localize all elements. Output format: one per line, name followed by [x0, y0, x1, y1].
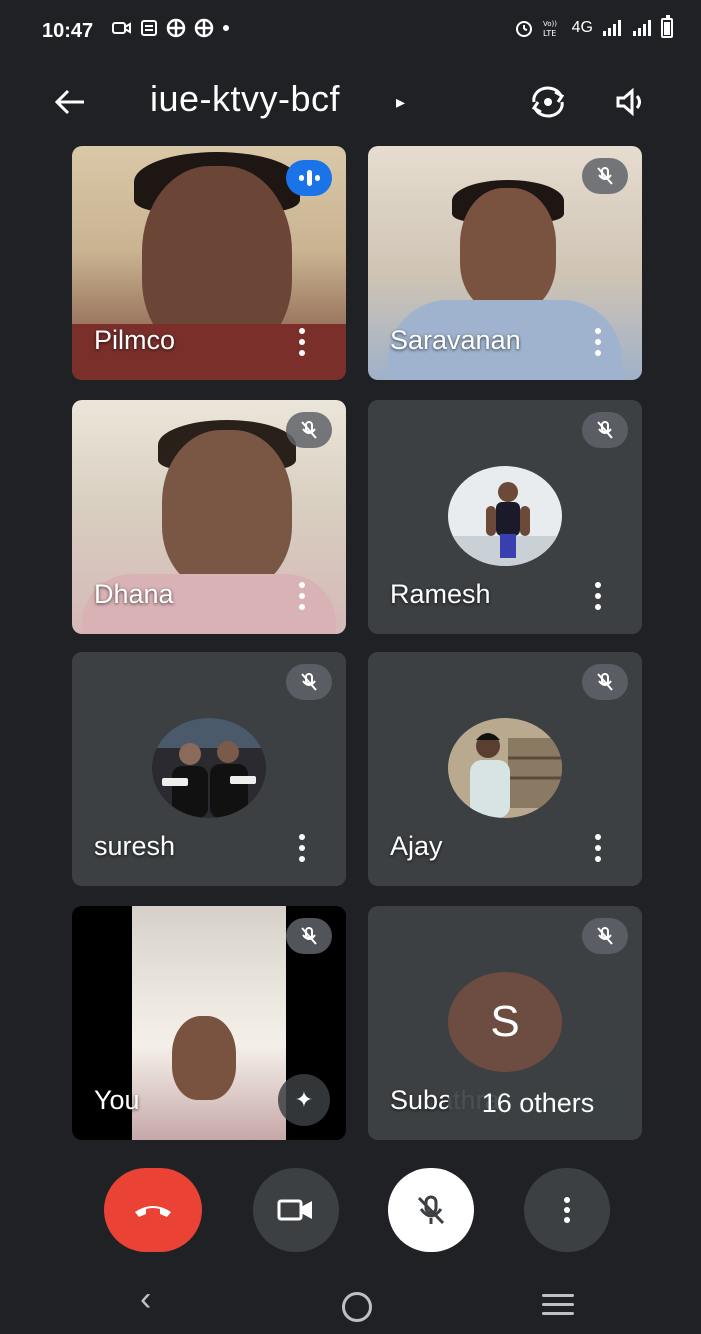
avatar [152, 718, 266, 818]
mic-off-icon [582, 664, 628, 700]
nav-back-icon[interactable]: ‹ [140, 1280, 151, 1319]
switch-camera-icon [531, 86, 565, 118]
video-feed-face [172, 1016, 236, 1100]
more-options-icon[interactable] [588, 580, 608, 612]
svg-text:LTE: LTE [543, 29, 556, 38]
nav-home-icon[interactable] [342, 1292, 372, 1322]
self-view-tile[interactable]: You ✦ [72, 906, 346, 1140]
participant-tile-ramesh[interactable]: Ramesh [368, 400, 642, 634]
letter-avatar: S [448, 972, 562, 1072]
mic-off-icon [582, 918, 628, 954]
participant-tile-dhana[interactable]: Dhana [72, 400, 346, 634]
mic-toggle-button[interactable] [388, 1168, 474, 1252]
more-options-icon[interactable] [588, 832, 608, 864]
mic-off-icon [286, 412, 332, 448]
volte-icon: Vo))LTE [543, 20, 557, 38]
meeting-details-caret-icon[interactable]: ▸ [396, 92, 405, 113]
avatar [448, 466, 562, 566]
participant-tile-ajay[interactable]: Ajay [368, 652, 642, 886]
notes-icon [141, 20, 157, 36]
effects-sparkle-icon[interactable]: ✦ [278, 1074, 330, 1126]
speaking-indicator-icon [286, 160, 332, 196]
more-options-icon[interactable] [292, 326, 312, 358]
call-controls [0, 1164, 701, 1254]
others-button[interactable]: 16 others [448, 1078, 628, 1128]
participant-name: You [94, 1085, 140, 1115]
participant-name: suresh [94, 831, 176, 861]
dot-icon [223, 25, 229, 31]
svg-text:Vo)): Vo)) [543, 20, 557, 28]
more-options-button[interactable] [524, 1168, 610, 1252]
alarm-icon [515, 21, 532, 37]
battery-icon [661, 15, 673, 38]
switch-camera-button[interactable] [526, 82, 570, 122]
signal-icon [603, 20, 621, 36]
meeting-header: iue-ktvy-bcf ▸ [0, 70, 701, 134]
phone-hangup-icon [135, 1206, 171, 1217]
grid-icon [166, 18, 186, 38]
participant-tile-saravanan[interactable]: Saravanan [368, 146, 642, 380]
system-nav-bar: ‹ [0, 1274, 701, 1334]
participant-name: Ramesh [390, 579, 491, 609]
more-vert-icon [564, 1197, 570, 1223]
status-bar: 10:47 Vo)) LTE 4G [0, 0, 701, 64]
status-right-icons: Vo)) LTE 4G [514, 15, 673, 38]
participant-name: Ajay [390, 831, 443, 861]
mic-off-icon [582, 412, 628, 448]
video-feed-face [162, 430, 292, 590]
arrow-back-icon [54, 89, 84, 115]
video-feed-face [460, 188, 556, 312]
mic-off-icon [286, 918, 332, 954]
mic-off-icon [582, 158, 628, 194]
self-video-feed [132, 906, 286, 1140]
screen-record-icon [112, 22, 131, 34]
participant-tile-subathra[interactable]: S Subathra 16 others [368, 906, 642, 1140]
signal-icon [633, 20, 651, 36]
camera-toggle-button[interactable] [253, 1168, 339, 1252]
participant-tile-pilmco[interactable]: Pilmco [72, 146, 346, 380]
avatar [448, 718, 562, 818]
back-button[interactable] [48, 80, 92, 124]
speaker-button[interactable] [610, 82, 654, 122]
end-call-button[interactable] [104, 1168, 202, 1252]
meeting-code[interactable]: iue-ktvy-bcf [150, 78, 340, 120]
speaker-icon [616, 87, 641, 117]
mic-off-icon [286, 664, 332, 700]
network-label: 4G [571, 19, 593, 36]
participant-tile-suresh[interactable]: suresh [72, 652, 346, 886]
participant-name: Dhana [94, 579, 174, 609]
mic-off-icon [417, 1195, 445, 1225]
videocam-icon [277, 1199, 312, 1221]
status-time: 10:47 [42, 20, 94, 42]
more-options-icon[interactable] [292, 832, 312, 864]
status-left-icons [112, 18, 230, 38]
grid-icon [194, 18, 214, 38]
participant-name: Pilmco [94, 325, 176, 355]
more-options-icon[interactable] [292, 580, 312, 612]
participant-name: Saravanan [390, 325, 521, 355]
nav-recents-icon[interactable] [542, 1294, 574, 1315]
more-options-icon[interactable] [588, 326, 608, 358]
